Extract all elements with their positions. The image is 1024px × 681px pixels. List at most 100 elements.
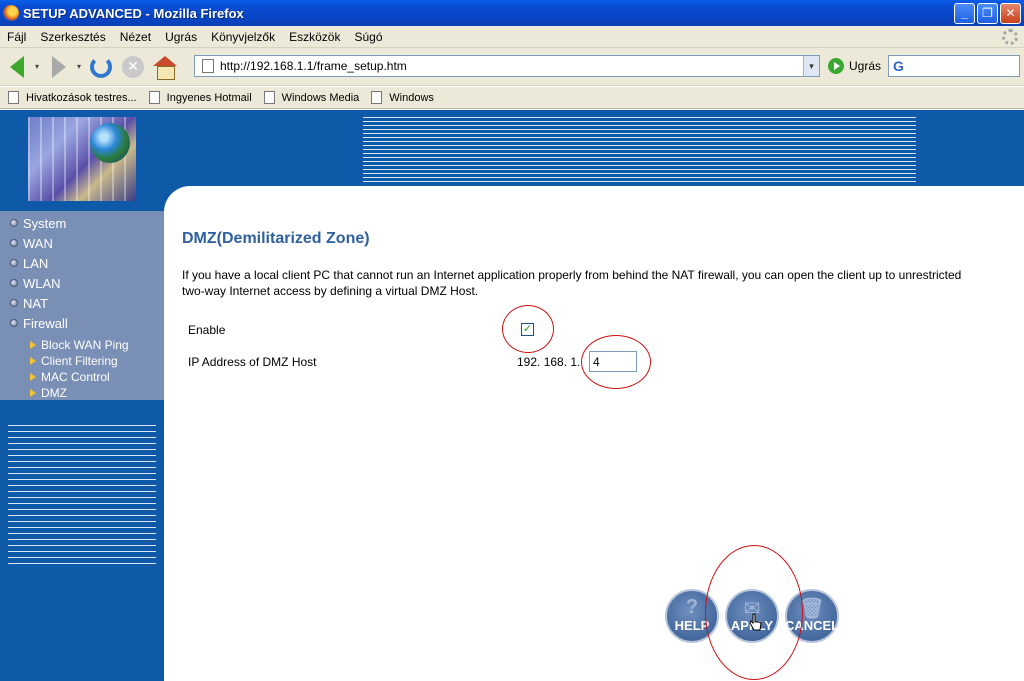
dmz-ip-input[interactable] bbox=[589, 351, 637, 372]
bookmark-label: Hivatkozások testres... bbox=[26, 91, 137, 104]
menu-file[interactable]: Fájl bbox=[0, 30, 33, 44]
content-area bbox=[164, 186, 1024, 681]
throbber-icon bbox=[1002, 28, 1018, 45]
restore-button[interactable]: ❐ bbox=[977, 2, 998, 24]
enable-label: Enable bbox=[188, 323, 226, 337]
sidebar-sub-label: DMZ bbox=[41, 386, 67, 400]
cancel-button[interactable]: 🗑 CANCEL bbox=[785, 589, 839, 643]
go-icon bbox=[828, 58, 844, 74]
bookmark-label: Windows bbox=[389, 91, 434, 104]
router-logo-image bbox=[28, 117, 136, 201]
help-button[interactable]: ? HELP bbox=[665, 589, 719, 643]
header-stripes bbox=[363, 114, 916, 184]
forward-arrow-icon bbox=[52, 55, 66, 78]
arrow-right-icon bbox=[30, 389, 36, 397]
bookmark-page-icon bbox=[263, 91, 275, 104]
bookmark-page-icon bbox=[8, 91, 19, 104]
stop-icon: ✕ bbox=[122, 55, 144, 78]
router-page: System WAN LAN WLAN NAT Firewall Block W… bbox=[0, 110, 1024, 681]
bookmark-label: Ingyenes Hotmail bbox=[166, 91, 252, 104]
bookmark-page-icon bbox=[371, 91, 383, 104]
bookmark-item[interactable]: Hivatkozások testres... bbox=[0, 91, 141, 104]
hand-cursor-icon bbox=[749, 613, 762, 631]
bullet-icon bbox=[10, 219, 18, 227]
go-button[interactable]: Ugrás bbox=[828, 58, 881, 74]
bookmarks-toolbar: Hivatkozások testres... Ingyenes Hotmail… bbox=[0, 87, 1024, 109]
navigation-toolbar: ▾ ▾ ✕ http://192.168.1.1/frame_setup.htm… bbox=[0, 48, 1024, 86]
sidebar-item-label: WLAN bbox=[23, 275, 61, 291]
menu-view[interactable]: Nézet bbox=[113, 30, 158, 44]
bookmark-item[interactable]: Windows bbox=[363, 91, 438, 104]
sidebar-lower bbox=[0, 400, 164, 681]
sidebar-item-firewall[interactable]: Firewall bbox=[0, 313, 164, 333]
page-description: If you have a local client PC that canno… bbox=[182, 268, 962, 298]
enable-checkbox[interactable]: ✓ bbox=[521, 323, 534, 336]
window-controls: _ ❐ ✕ bbox=[954, 2, 1021, 24]
help-icon: ? bbox=[685, 596, 699, 618]
address-bar[interactable]: http://192.168.1.1/frame_setup.htm ▾ bbox=[194, 55, 820, 77]
sidebar-sub-dmz[interactable]: DMZ bbox=[0, 385, 164, 401]
google-search-icon[interactable]: G bbox=[893, 58, 911, 74]
menu-bar: Fájl Szerkesztés Nézet Ugrás Könyvjelzők… bbox=[0, 26, 1024, 48]
sidebar-sub-label: MAC Control bbox=[41, 370, 110, 384]
window-title: SETUP ADVANCED - Mozilla Firefox bbox=[23, 5, 244, 21]
bookmark-item[interactable]: Ingyenes Hotmail bbox=[141, 91, 256, 104]
minimize-button[interactable]: _ bbox=[954, 2, 975, 24]
page-icon bbox=[202, 59, 214, 73]
bookmark-page-icon bbox=[148, 91, 160, 104]
sidebar-item-lan[interactable]: LAN bbox=[0, 253, 164, 273]
sidebar-item-nat[interactable]: NAT bbox=[0, 293, 164, 313]
reload-icon bbox=[90, 55, 112, 78]
help-label: HELP bbox=[674, 618, 710, 633]
close-button[interactable]: ✕ bbox=[1000, 2, 1021, 24]
back-button[interactable] bbox=[2, 52, 32, 82]
go-label: Ugrás bbox=[849, 59, 882, 73]
sidebar-stripes bbox=[8, 420, 156, 568]
menu-edit[interactable]: Szerkesztés bbox=[33, 30, 112, 44]
search-input[interactable]: G bbox=[888, 55, 1020, 77]
sidebar-item-label: WAN bbox=[23, 235, 53, 251]
back-arrow-icon bbox=[10, 55, 24, 78]
sidebar-menu: System WAN LAN WLAN NAT Firewall Block W… bbox=[0, 211, 164, 400]
arrow-right-icon bbox=[30, 341, 36, 349]
arrow-right-icon bbox=[30, 373, 36, 381]
window-title-bar: SETUP ADVANCED - Mozilla Firefox _ ❐ ✕ bbox=[0, 0, 1024, 26]
forward-button[interactable] bbox=[44, 52, 74, 82]
bullet-icon bbox=[10, 299, 18, 307]
url-text[interactable]: http://192.168.1.1/frame_setup.htm bbox=[220, 59, 803, 73]
sidebar-item-wlan[interactable]: WLAN bbox=[0, 273, 164, 293]
back-history-dropdown[interactable]: ▾ bbox=[32, 62, 42, 71]
logo-area bbox=[0, 110, 164, 211]
sidebar-item-label: Firewall bbox=[23, 315, 68, 331]
sidebar-item-label: System bbox=[23, 215, 67, 231]
bullet-icon bbox=[10, 239, 18, 247]
forward-history-dropdown[interactable]: ▾ bbox=[74, 62, 84, 71]
bullet-icon bbox=[10, 319, 18, 327]
stop-button[interactable]: ✕ bbox=[118, 52, 148, 82]
menu-help[interactable]: Súgó bbox=[347, 30, 389, 44]
menu-bookmarks[interactable]: Könyvjelzők bbox=[204, 30, 282, 44]
sidebar-item-label: LAN bbox=[23, 255, 49, 271]
menu-tools[interactable]: Eszközök bbox=[282, 30, 347, 44]
url-dropdown[interactable]: ▾ bbox=[803, 56, 819, 76]
home-button[interactable] bbox=[150, 52, 180, 82]
sidebar-sub-label: Block WAN Ping bbox=[41, 338, 129, 352]
bookmark-item[interactable]: Windows Media bbox=[256, 91, 364, 104]
sidebar-sub-mac-control[interactable]: MAC Control bbox=[0, 369, 164, 385]
sidebar-sub-label: Client Filtering bbox=[41, 354, 118, 368]
bullet-icon bbox=[10, 259, 18, 267]
arrow-right-icon bbox=[30, 357, 36, 365]
menu-go[interactable]: Ugrás bbox=[158, 30, 204, 44]
sidebar-item-system[interactable]: System bbox=[0, 213, 164, 233]
sidebar-sub-client-filtering[interactable]: Client Filtering bbox=[0, 353, 164, 369]
globe-icon bbox=[90, 123, 130, 163]
reload-button[interactable] bbox=[86, 52, 116, 82]
firefox-icon bbox=[3, 5, 19, 21]
sidebar-item-wan[interactable]: WAN bbox=[0, 233, 164, 253]
header-banner bbox=[164, 110, 1024, 186]
sidebar-sub-block-wan-ping[interactable]: Block WAN Ping bbox=[0, 337, 164, 353]
home-icon bbox=[153, 55, 177, 80]
ip-prefix: 192. 168. 1. bbox=[517, 355, 581, 369]
sidebar-item-label: NAT bbox=[23, 295, 49, 311]
bullet-icon bbox=[10, 279, 18, 287]
